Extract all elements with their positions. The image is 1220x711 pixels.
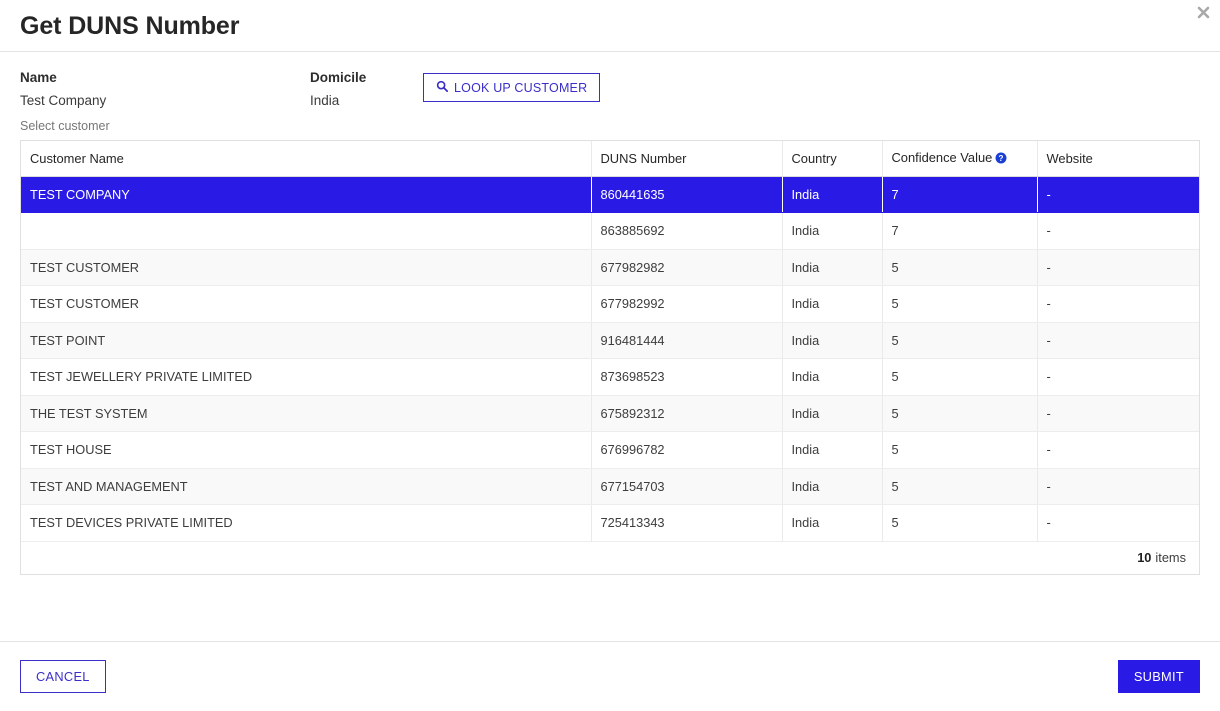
table-row[interactable]: TEST DEVICES PRIVATE LIMITED 725413343 Ind… (21, 504, 1199, 542)
cell-customer: TEST DEVICES PRIVATE LIMITED (21, 504, 592, 542)
cell-confidence: 5 (882, 249, 1038, 286)
cell-website: - (1037, 176, 1199, 213)
cell-country: India (782, 358, 883, 396)
svg-text:?: ? (999, 154, 1004, 163)
cell-customer: TEST POINT (21, 322, 592, 359)
cell-website: - (1037, 504, 1199, 542)
cell-duns: 676996782 (591, 431, 783, 469)
cell-country: India (782, 285, 883, 323)
help-circle-icon[interactable]: ? (995, 152, 1007, 167)
cell-customer: TEST COMPANY (21, 176, 592, 213)
cell-confidence: 7 (882, 212, 1038, 250)
cell-confidence: 5 (882, 468, 1038, 505)
cell-country: India (782, 249, 883, 286)
look-up-customer-label: LOOK UP CUSTOMER (454, 80, 588, 95)
table-row[interactable]: TEST HOUSE 676996782 India 5- (21, 431, 1199, 469)
cell-confidence: 5 (882, 504, 1038, 542)
cell-confidence: 5 (882, 322, 1038, 359)
table-row[interactable]: 863885692 India 7- (21, 212, 1199, 250)
cell-website: - (1037, 285, 1199, 323)
table-header: Customer Name DUNS Number Country Confid… (21, 141, 1199, 177)
cell-website: - (1037, 468, 1199, 505)
table-row[interactable]: THE TEST SYSTEM 675892312 India 5- (21, 395, 1199, 432)
table-row[interactable]: TEST CUSTOMER 677982982 India 5- (21, 249, 1199, 286)
domicile-label: Domicile (310, 70, 367, 85)
submit-button[interactable]: SUBMIT (1117, 660, 1200, 693)
column-header-duns-number[interactable]: DUNS Number (591, 141, 783, 177)
table-row[interactable]: TEST JEWELLERY PRIVATE LIMITED 873698523 I… (21, 358, 1199, 396)
column-header-confidence-value[interactable]: Confidence Value? (882, 141, 1038, 177)
cell-confidence: 5 (882, 358, 1038, 396)
cell-duns: 916481444 (591, 322, 783, 359)
page-title: Get DUNS Number (20, 12, 240, 40)
column-header-country[interactable]: Country (782, 141, 883, 177)
get-duns-number-dialog: Get DUNS Number Name Test Company Domici… (0, 0, 1220, 711)
cell-confidence: 7 (882, 176, 1038, 213)
cell-duns: 675892312 (591, 395, 783, 432)
cell-customer: TEST JEWELLERY PRIVATE LIMITED (21, 358, 592, 396)
cell-duns: 860441635 (591, 176, 783, 213)
cell-customer: TEST HOUSE (21, 431, 592, 469)
cell-duns: 677154703 (591, 468, 783, 505)
cell-website: - (1037, 249, 1199, 286)
dialog-header: Get DUNS Number (0, 0, 1220, 52)
close-icon[interactable] (1192, 1, 1214, 23)
table-row[interactable]: TEST AND MANAGEMENT 677154703 India 5- (21, 468, 1199, 505)
cell-confidence: 5 (882, 395, 1038, 432)
cell-duns: 725413343 (591, 504, 783, 542)
cancel-button[interactable]: CANCEL (20, 660, 106, 693)
cell-website: - (1037, 395, 1199, 432)
dialog-body: Name Test Company Domicile India LOOK UP… (0, 52, 1220, 641)
cell-website: - (1037, 431, 1199, 469)
name-field: Name Test Company (20, 69, 310, 110)
cell-country: India (782, 176, 883, 213)
table-row[interactable]: TEST COMPANY 860441635 India 7- (21, 176, 1199, 213)
domicile-value: India (310, 93, 340, 108)
table-row[interactable]: TEST CUSTOMER 677982992 India 5- (21, 285, 1199, 323)
cell-duns: 677982992 (591, 285, 783, 323)
cell-country: India (782, 322, 883, 359)
name-value: Test Company (20, 93, 107, 108)
cell-country: India (782, 468, 883, 505)
table-footer: 10 items (21, 541, 1199, 574)
cell-website: - (1037, 358, 1199, 396)
cell-website: - (1037, 322, 1199, 359)
domicile-field: Domicile India (310, 69, 423, 110)
cell-customer: TEST AND MANAGEMENT (21, 468, 592, 505)
customer-details-row: Name Test Company Domicile India LOOK UP… (20, 52, 1200, 110)
cell-duns: 863885692 (591, 212, 783, 250)
cell-duns: 677982982 (591, 249, 783, 286)
cell-country: India (782, 212, 883, 250)
cell-country: India (782, 431, 883, 469)
cell-confidence: 5 (882, 285, 1038, 323)
look-up-customer-button[interactable]: LOOK UP CUSTOMER (423, 73, 601, 102)
cell-customer: TEST CUSTOMER (21, 285, 592, 323)
cell-customer (21, 212, 592, 250)
dialog-footer: CANCEL SUBMIT (0, 641, 1220, 711)
column-header-website[interactable]: Website (1037, 141, 1199, 177)
table-header-row: Customer Name DUNS Number Country Confid… (21, 141, 1199, 177)
customer-results-table: Customer Name DUNS Number Country Confid… (20, 140, 1200, 575)
cell-country: India (782, 504, 883, 542)
table-row[interactable]: TEST POINT 916481444 India 5- (21, 322, 1199, 359)
select-customer-hint: Select customer (20, 119, 110, 133)
cell-customer: TEST CUSTOMER (21, 249, 592, 286)
cell-duns: 873698523 (591, 358, 783, 396)
item-count: 10 (1137, 550, 1152, 565)
item-count-unit: items (1155, 550, 1186, 565)
cell-website: - (1037, 212, 1199, 250)
search-icon (436, 80, 449, 95)
cell-country: India (782, 395, 883, 432)
table-body: TEST COMPANY 860441635 India 7-863885692 Ind… (21, 176, 1199, 542)
column-header-customer-name[interactable]: Customer Name (21, 141, 592, 177)
name-label: Name (20, 70, 57, 85)
cell-customer: THE TEST SYSTEM (21, 395, 592, 432)
cell-confidence: 5 (882, 431, 1038, 469)
